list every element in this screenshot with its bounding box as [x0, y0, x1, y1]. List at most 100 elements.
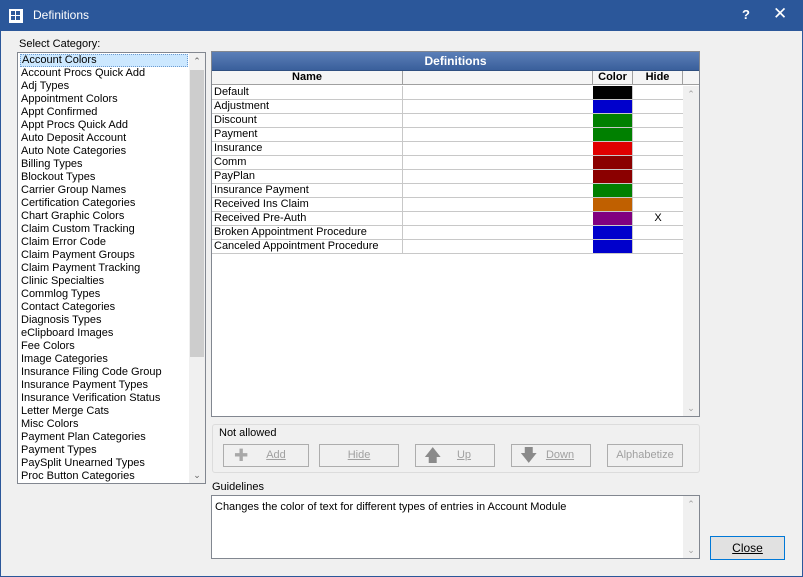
category-item[interactable]: Insurance Payment Types — [20, 379, 188, 392]
hide-flag — [633, 184, 683, 197]
scroll-down-icon[interactable]: ⌄ — [189, 467, 205, 483]
color-swatch — [593, 100, 632, 113]
category-item[interactable]: Misc Colors — [20, 418, 188, 431]
definition-row[interactable]: Default — [212, 86, 683, 100]
category-item[interactable]: Appt Procs Quick Add — [20, 119, 188, 132]
color-swatch — [593, 86, 632, 99]
category-item[interactable]: Billing Types — [20, 158, 188, 171]
down-button[interactable]: 🡇 Down — [511, 444, 591, 467]
category-item[interactable]: Clinic Specialties — [20, 275, 188, 288]
category-item[interactable]: Appt Confirmed — [20, 106, 188, 119]
column-header-name[interactable]: Name — [212, 71, 403, 85]
category-item[interactable]: Account Colors — [20, 54, 188, 67]
hide-flag: X — [654, 212, 662, 224]
category-item[interactable]: PaySplit Unearned Types — [20, 457, 188, 470]
column-divider — [402, 100, 403, 113]
definition-row[interactable]: Adjustment — [212, 100, 683, 114]
category-item[interactable]: Payment Types — [20, 444, 188, 457]
category-item[interactable]: Letter Merge Cats — [20, 405, 188, 418]
guidelines-textbox[interactable]: Changes the color of text for different … — [211, 495, 700, 559]
color-swatch — [593, 198, 632, 211]
definitions-scrollbar[interactable]: ⌃ ⌄ — [683, 86, 699, 416]
color-swatch — [593, 128, 632, 141]
column-header-blank — [403, 71, 593, 85]
category-list-scrollbar[interactable]: ⌃ ⌄ — [189, 53, 205, 483]
hide-button[interactable]: Hide — [319, 444, 399, 467]
category-item[interactable]: Claim Payment Tracking — [20, 262, 188, 275]
category-item[interactable]: Auto Note Categories — [20, 145, 188, 158]
scroll-down-icon[interactable]: ⌄ — [683, 542, 699, 558]
definition-row[interactable]: Comm — [212, 156, 683, 170]
category-item[interactable]: Carrier Group Names — [20, 184, 188, 197]
definition-row[interactable]: Insurance Payment — [212, 184, 683, 198]
definition-row[interactable]: Canceled Appointment Procedure — [212, 240, 683, 254]
column-header-color[interactable]: Color — [593, 71, 633, 85]
definition-row[interactable]: PayPlan — [212, 170, 683, 184]
hide-flag — [633, 198, 683, 211]
app-grid-icon — [9, 9, 23, 23]
definition-name: Received Pre-Auth — [214, 212, 307, 224]
definition-row[interactable]: Broken Appointment Procedure — [212, 226, 683, 240]
definitions-grid: Definitions Name Color Hide ⌃ ⌄ Default A… — [211, 51, 700, 417]
actions-group: Not allowed ✚ Add Hide 🡅 Up 🡇 Down Alpha… — [212, 424, 700, 473]
category-item[interactable]: Auto Deposit Account — [20, 132, 188, 145]
column-header-hide[interactable]: Hide — [633, 71, 683, 85]
definition-name: Comm — [214, 156, 247, 168]
category-item[interactable]: Appointment Colors — [20, 93, 188, 106]
hide-flag — [633, 226, 683, 239]
title-bar: Definitions ? ✕ — [1, 1, 802, 31]
arrow-down-icon: 🡇 — [520, 446, 538, 465]
category-item[interactable]: Image Categories — [20, 353, 188, 366]
category-item[interactable]: Fee Colors — [20, 340, 188, 353]
category-item[interactable]: Contact Categories — [20, 301, 188, 314]
column-divider — [402, 212, 403, 225]
category-item[interactable]: Blockout Types — [20, 171, 188, 184]
help-button[interactable]: ? — [742, 7, 750, 22]
category-item[interactable]: Proc Button Categories — [20, 470, 188, 483]
category-item[interactable]: Claim Payment Groups — [20, 249, 188, 262]
category-item[interactable]: Commlog Types — [20, 288, 188, 301]
window-title: Definitions — [33, 8, 90, 22]
category-item[interactable]: Claim Custom Tracking — [20, 223, 188, 236]
alphabetize-button[interactable]: Alphabetize — [607, 444, 683, 467]
select-category-label: Select Category: — [19, 38, 101, 50]
hide-flag — [633, 128, 683, 141]
guidelines-scrollbar[interactable]: ⌃ ⌄ — [683, 496, 699, 558]
actions-group-label: Not allowed — [219, 427, 277, 439]
category-item[interactable]: Insurance Filing Code Group — [20, 366, 188, 379]
column-divider — [402, 114, 403, 127]
scroll-up-icon[interactable]: ⌃ — [189, 53, 205, 69]
definition-name: Adjustment — [214, 100, 270, 112]
definition-row[interactable]: Received Ins Claim — [212, 198, 683, 212]
category-item[interactable]: Insurance Verification Status — [20, 392, 188, 405]
category-item[interactable]: Chart Graphic Colors — [20, 210, 188, 223]
column-divider — [402, 198, 403, 211]
definition-row[interactable]: Discount — [212, 114, 683, 128]
definition-row[interactable]: Insurance — [212, 142, 683, 156]
category-item[interactable]: Adj Types — [20, 80, 188, 93]
definition-name: PayPlan — [214, 170, 255, 182]
category-list[interactable]: ⌃ ⌄ Account Colors Account Procs Quick Ad… — [17, 52, 206, 484]
category-item[interactable]: Diagnosis Types — [20, 314, 188, 327]
category-item[interactable]: eClipboard Images — [20, 327, 188, 340]
category-item[interactable]: Account Procs Quick Add — [20, 67, 188, 80]
guidelines-label: Guidelines — [212, 481, 264, 493]
category-item[interactable]: Claim Error Code — [20, 236, 188, 249]
definition-row[interactable]: Received Pre-Auth X — [212, 212, 683, 226]
scroll-up-icon[interactable]: ⌃ — [683, 496, 699, 512]
close-button[interactable]: Close — [710, 536, 785, 560]
up-button[interactable]: 🡅 Up — [415, 444, 495, 467]
scroll-down-icon[interactable]: ⌄ — [683, 400, 699, 416]
scroll-up-icon[interactable]: ⌃ — [683, 86, 699, 102]
close-window-icon[interactable]: ✕ — [773, 4, 787, 24]
category-item[interactable]: Payment Plan Categories — [20, 431, 188, 444]
category-item[interactable]: Certification Categories — [20, 197, 188, 210]
column-divider — [402, 170, 403, 183]
column-divider — [402, 142, 403, 155]
color-swatch — [593, 226, 632, 239]
definitions-window: Definitions ? ✕ Select Category: ⌃ ⌄ Acc… — [0, 0, 803, 577]
add-button[interactable]: ✚ Add — [223, 444, 309, 467]
definition-row[interactable]: Payment — [212, 128, 683, 142]
hide-flag — [633, 240, 683, 253]
scrollbar-thumb[interactable] — [190, 70, 204, 357]
